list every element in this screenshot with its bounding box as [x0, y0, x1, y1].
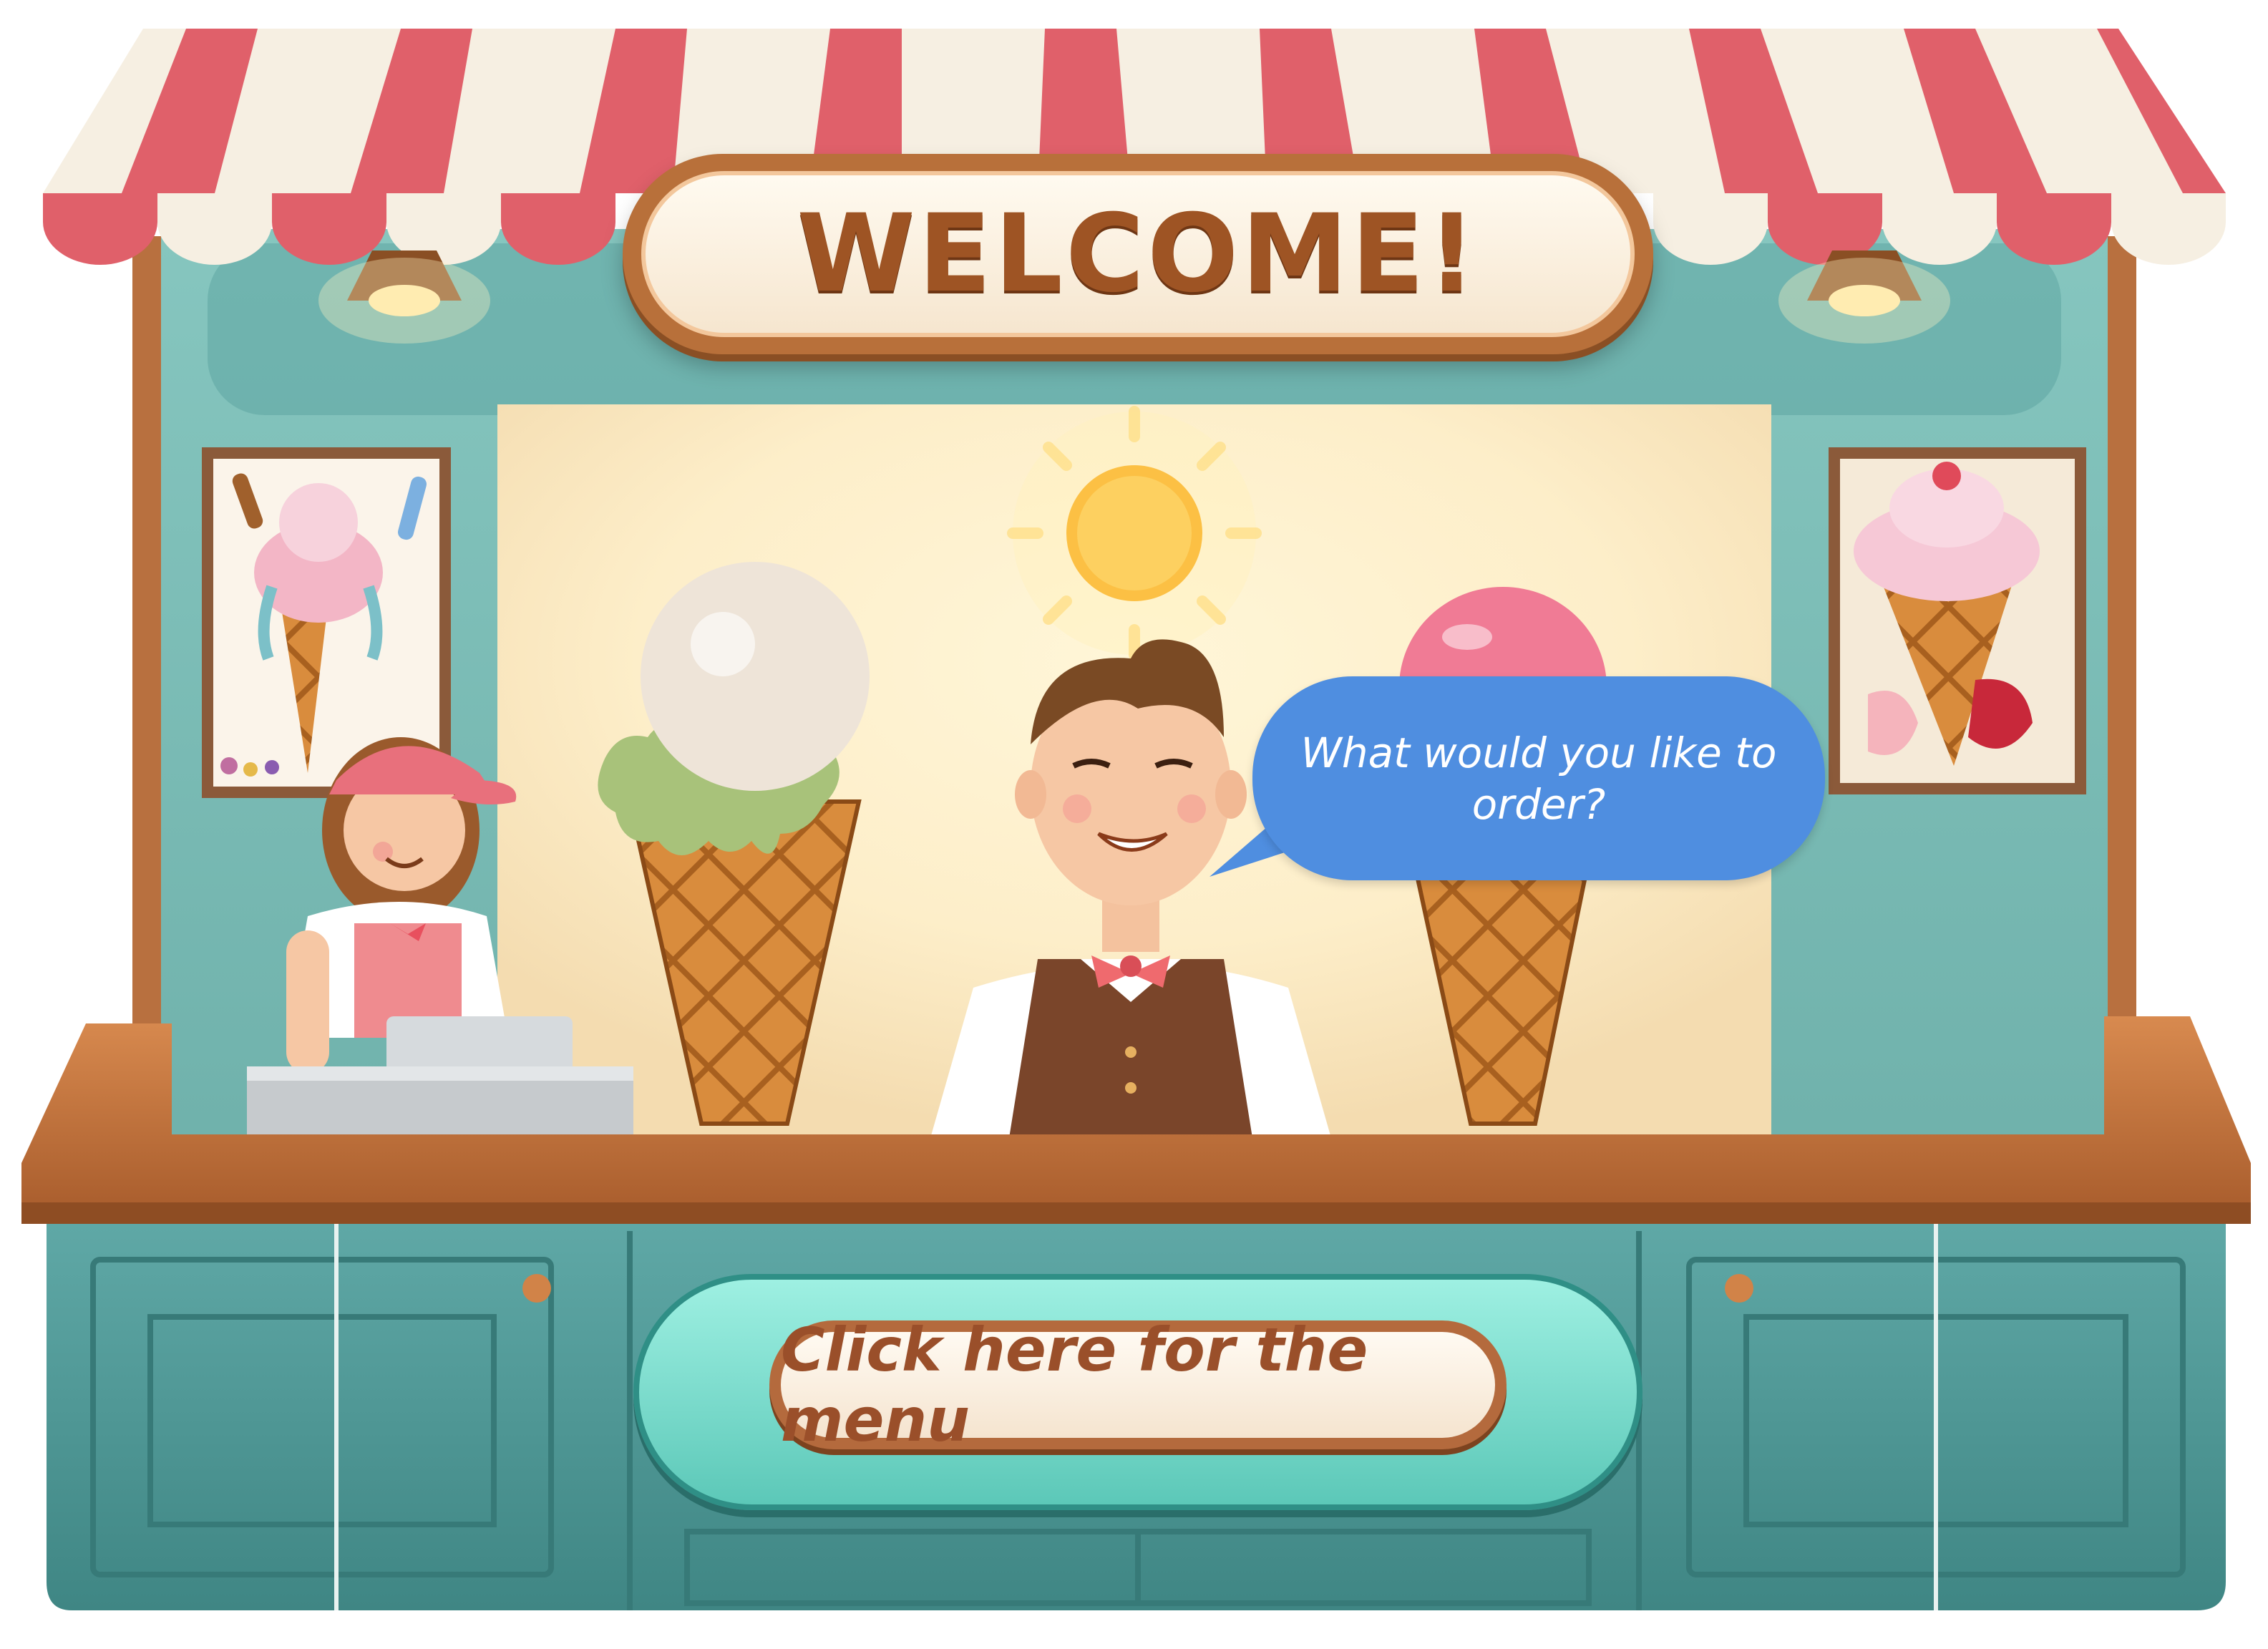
welcome-sign: WELCOME!	[623, 154, 1653, 354]
cabinet-knob	[1725, 1274, 1753, 1303]
speech-bubble: What would you like to order?	[1252, 676, 1825, 880]
cabinet-knob	[522, 1274, 551, 1303]
menu-button-face[interactable]: Click here for the menu	[781, 1315, 1495, 1455]
welcome-title: WELCOME!	[797, 192, 1479, 316]
sun-icon	[1007, 406, 1262, 661]
ice-cream-poster	[1829, 447, 2086, 794]
speech-text: What would you like to order?	[1300, 728, 1777, 829]
menu-button[interactable]: Click here for the menu	[769, 1315, 1507, 1455]
menu-button-label: Click here for the menu	[781, 1315, 1368, 1455]
welcome-sign-face: WELCOME!	[641, 171, 1635, 337]
